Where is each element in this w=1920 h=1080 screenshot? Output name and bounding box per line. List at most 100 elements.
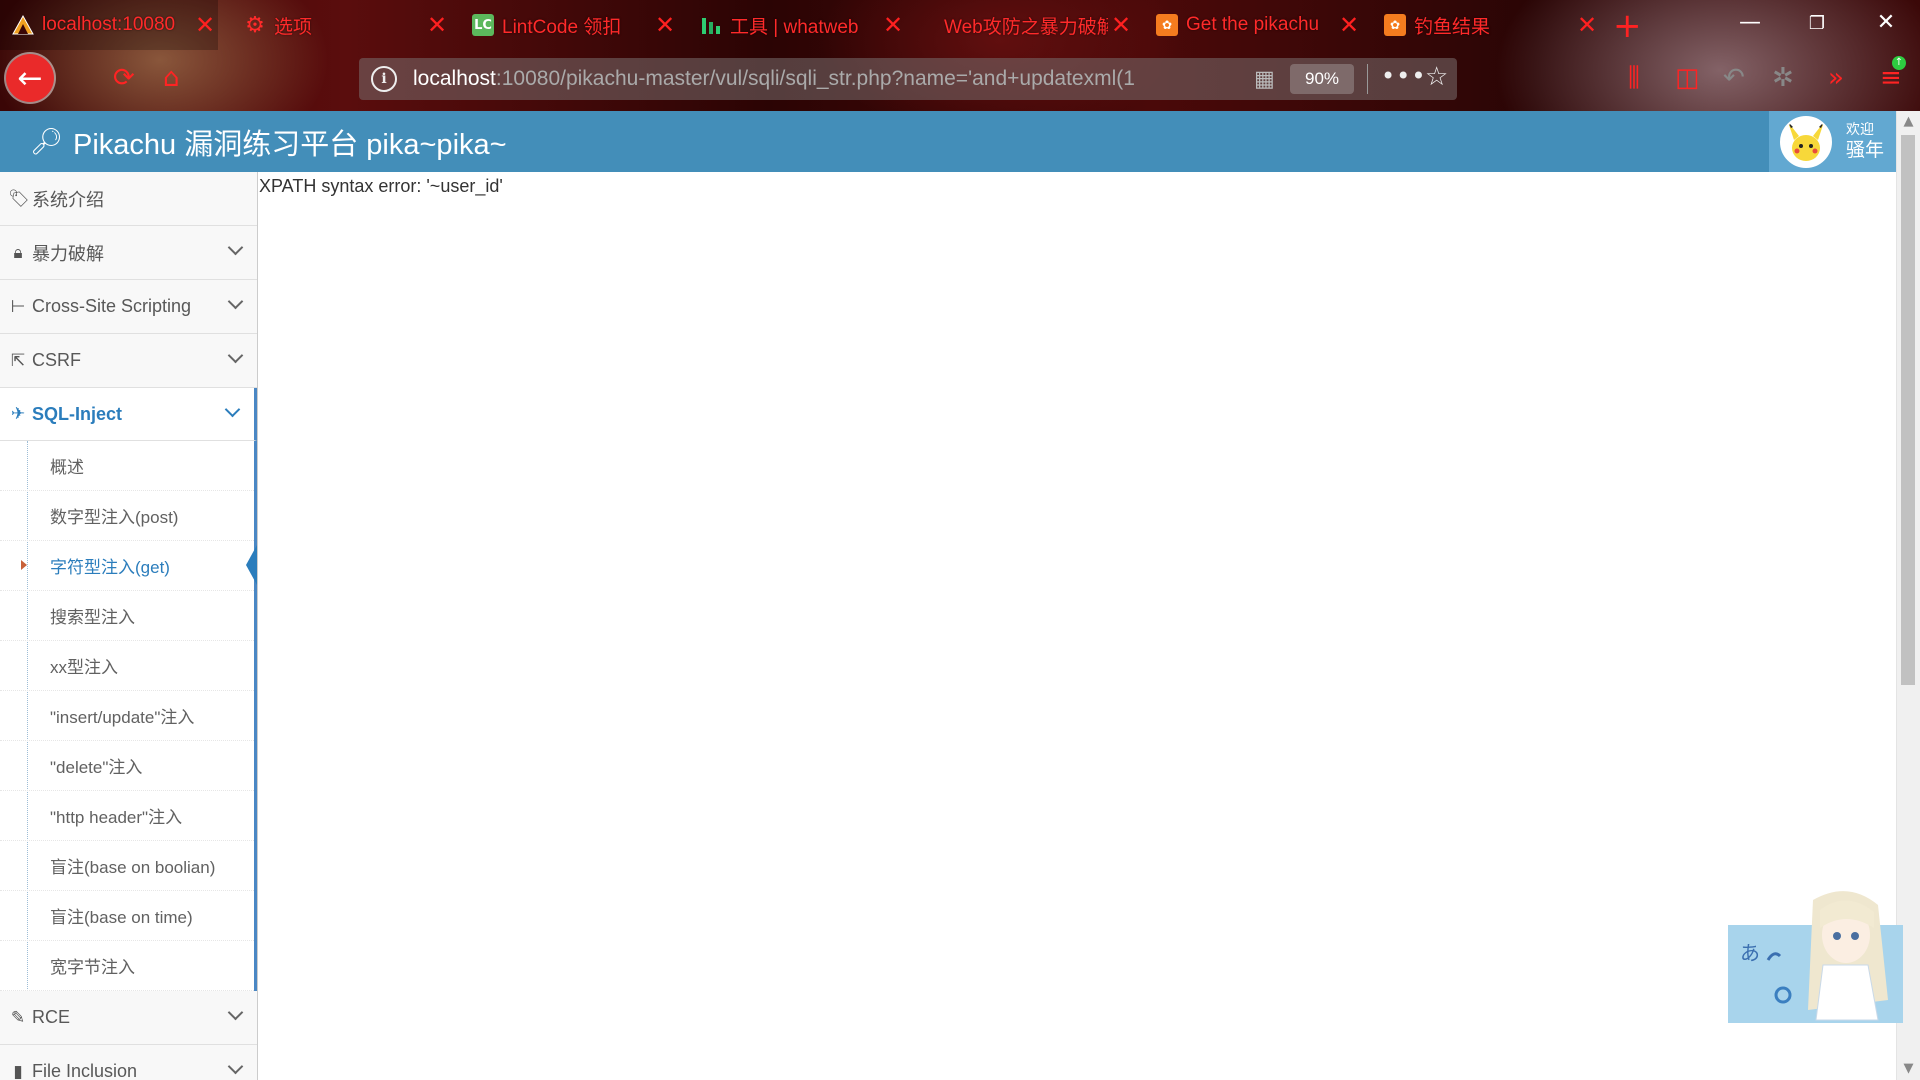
- scrollbar-thumb[interactable]: [1901, 135, 1915, 685]
- submenu-item-delete[interactable]: "delete"注入: [0, 741, 254, 791]
- sidebar-item-rce[interactable]: ✎ RCE: [0, 991, 257, 1045]
- lintcode-icon: LC: [472, 14, 494, 36]
- submenu-item-overview[interactable]: 概述: [0, 441, 254, 491]
- new-tab-button[interactable]: +: [1613, 6, 1642, 46]
- caret-right-icon: [21, 560, 27, 570]
- tab-close-icon[interactable]: ✕: [652, 11, 678, 39]
- sidebar: 🏷︎ 系统介绍 🔒︎ 暴力破解 ⊢ Cross-Site Scripting ⇱…: [0, 172, 258, 1080]
- tab-close-icon[interactable]: ✕: [424, 11, 450, 39]
- bookmark-star-icon[interactable]: ☆: [1425, 62, 1448, 92]
- reload-icon[interactable]: ⟳: [113, 63, 135, 93]
- tab-web-bruteforce[interactable]: Web攻防之暴力破解 ✕: [916, 0, 1134, 50]
- main-content: XPATH syntax error: '~user_id': [258, 172, 1897, 1080]
- sidebar-item-sql-inject[interactable]: ✈ SQL-Inject: [0, 388, 257, 441]
- anime-character-image: あ: [1728, 891, 1903, 1023]
- tab-strip: localhost:10080 ✕ ⚙ 选项 ✕ LC LintCode 领扣 …: [0, 0, 1920, 50]
- chevron-down-icon: [227, 1058, 244, 1075]
- close-window-button[interactable]: ✕: [1866, 10, 1906, 35]
- username: 骚年: [1846, 138, 1885, 161]
- xampp-icon: ✿: [1384, 14, 1406, 36]
- submenu-item-blind-time[interactable]: 盲注(base on time): [0, 891, 254, 941]
- overflow-chevron-icon[interactable]: »: [1828, 63, 1844, 93]
- tab-options[interactable]: ⚙ 选项 ✕: [232, 0, 450, 50]
- pikachu-avatar-icon: [1788, 121, 1824, 161]
- tab-close-icon[interactable]: ✕: [1108, 11, 1134, 39]
- tab-close-icon[interactable]: ✕: [1336, 11, 1362, 39]
- sidebar-icon[interactable]: ◫: [1675, 63, 1700, 93]
- active-indicator: [246, 545, 257, 585]
- submenu-item-search[interactable]: 搜索型注入: [0, 591, 254, 641]
- tags-icon: 🏷︎: [8, 188, 30, 209]
- sidebar-item-label: 系统介绍: [32, 189, 104, 210]
- navigation-toolbar: ← ⟳ ⌂ i localhost:10080/pikachu-master/v…: [0, 50, 1920, 111]
- pikachu-logo-icon: [12, 14, 34, 36]
- tab-whatweb[interactable]: 工具 | whatweb ✕: [688, 0, 906, 50]
- restore-button[interactable]: ❐: [1797, 13, 1837, 34]
- home-icon[interactable]: ⌂: [163, 63, 180, 93]
- chevron-down-icon: [227, 293, 244, 310]
- user-menu[interactable]: 欢迎 骚年: [1769, 111, 1897, 172]
- tab-phishing-results[interactable]: ✿ 钓鱼结果 ✕: [1372, 0, 1600, 50]
- submenu-item-numeric-post[interactable]: 数字型注入(post): [0, 491, 254, 541]
- library-icon[interactable]: ⫼: [1628, 63, 1640, 94]
- qr-code-icon[interactable]: ▦: [1254, 67, 1275, 92]
- tab-close-icon[interactable]: ✕: [1574, 11, 1600, 39]
- tree-icon: ⊢: [10, 296, 26, 317]
- sidebar-item-xss[interactable]: ⊢ Cross-Site Scripting: [0, 280, 257, 334]
- avatar: [1780, 115, 1832, 168]
- gear-icon: ⚙: [245, 12, 265, 38]
- url-text[interactable]: localhost:10080/pikachu-master/vul/sqli/…: [413, 67, 1243, 91]
- scroll-down-icon[interactable]: ▼: [1897, 1058, 1920, 1080]
- chevron-down-icon: [227, 239, 244, 256]
- chevron-down-icon: [227, 1004, 244, 1021]
- submenu-item-string-get[interactable]: 字符型注入(get): [0, 541, 257, 591]
- undo-icon[interactable]: ↶: [1723, 63, 1745, 93]
- submenu-item-xx[interactable]: xx型注入: [0, 641, 254, 691]
- submenu-item-http-header[interactable]: "http header"注入: [0, 791, 254, 841]
- page-title[interactable]: 🔍︎ Pikachu 漏洞练习平台 pika~pika~: [30, 111, 507, 172]
- minimize-button[interactable]: —: [1730, 10, 1770, 35]
- submenu-item-blind-boolean[interactable]: 盲注(base on boolian): [0, 841, 254, 891]
- tab-get-pikachu[interactable]: ✿ Get the pikachu ✕: [1144, 0, 1362, 50]
- tab-title: LintCode 领扣: [502, 16, 622, 38]
- chevron-down-icon: [227, 347, 244, 364]
- file-icon: ▮: [13, 1061, 23, 1080]
- tab-title: Get the pikachu: [1186, 14, 1320, 35]
- browser-chrome: localhost:10080 ✕ ⚙ 选项 ✕ LC LintCode 领扣 …: [0, 0, 1920, 111]
- sidebar-item-file-inclusion[interactable]: ▮ File Inclusion: [0, 1045, 257, 1080]
- sidebar-item-csrf[interactable]: ⇱ CSRF: [0, 334, 257, 388]
- sidebar-item-brute-force[interactable]: 🔒︎ 暴力破解: [0, 226, 257, 280]
- pencil-icon: ✎: [10, 1007, 26, 1028]
- update-badge-icon: ↑: [1892, 56, 1906, 70]
- xampp-icon: ✿: [1156, 14, 1178, 36]
- url-bar[interactable]: i localhost:10080/pikachu-master/vul/sql…: [359, 58, 1457, 100]
- svg-text:あ: あ: [1740, 941, 1760, 965]
- tab-localhost[interactable]: localhost:10080 ✕: [0, 0, 218, 50]
- lock-icon: 🔒︎: [13, 242, 23, 263]
- submenu-item-insert-update[interactable]: "insert/update"注入: [0, 691, 254, 741]
- site-header: 🔍︎ Pikachu 漏洞练习平台 pika~pika~ 欢迎 骚年: [0, 111, 1897, 172]
- submenu-item-wide-byte[interactable]: 宽字节注入: [0, 941, 254, 991]
- sidebar-item-label: CSRF: [32, 350, 81, 370]
- tab-lintcode[interactable]: LC LintCode 领扣 ✕: [460, 0, 678, 50]
- chevron-down-icon: [224, 401, 241, 418]
- anime-character-widget[interactable]: あ: [1728, 880, 1908, 1023]
- tab-close-icon[interactable]: ✕: [880, 11, 906, 39]
- zoom-level[interactable]: 90%: [1290, 64, 1354, 94]
- sidebar-item-label: SQL-Inject: [32, 403, 123, 424]
- sidebar-item-label: File Inclusion: [32, 1061, 138, 1080]
- back-button[interactable]: ←: [6, 54, 54, 102]
- scroll-up-icon[interactable]: ▲: [1897, 111, 1920, 133]
- tab-close-icon[interactable]: ✕: [192, 11, 218, 39]
- sidebar-item-intro[interactable]: 🏷︎ 系统介绍: [0, 172, 257, 226]
- tab-title: 工具 | whatweb: [730, 16, 859, 38]
- more-actions-icon[interactable]: •••: [1381, 62, 1426, 90]
- extension-icon[interactable]: ✲: [1772, 63, 1794, 93]
- info-icon[interactable]: i: [371, 66, 397, 92]
- site-title-text: Pikachu 漏洞练习平台 pika~pika~: [73, 128, 507, 161]
- plane-icon: ✈: [10, 404, 26, 424]
- sidebar-item-label: 暴力破解: [32, 243, 104, 264]
- key-icon: 🔍︎: [30, 126, 64, 156]
- error-message: XPATH syntax error: '~user_id': [259, 176, 503, 196]
- tab-title: Web攻防之暴力破解: [944, 16, 1108, 38]
